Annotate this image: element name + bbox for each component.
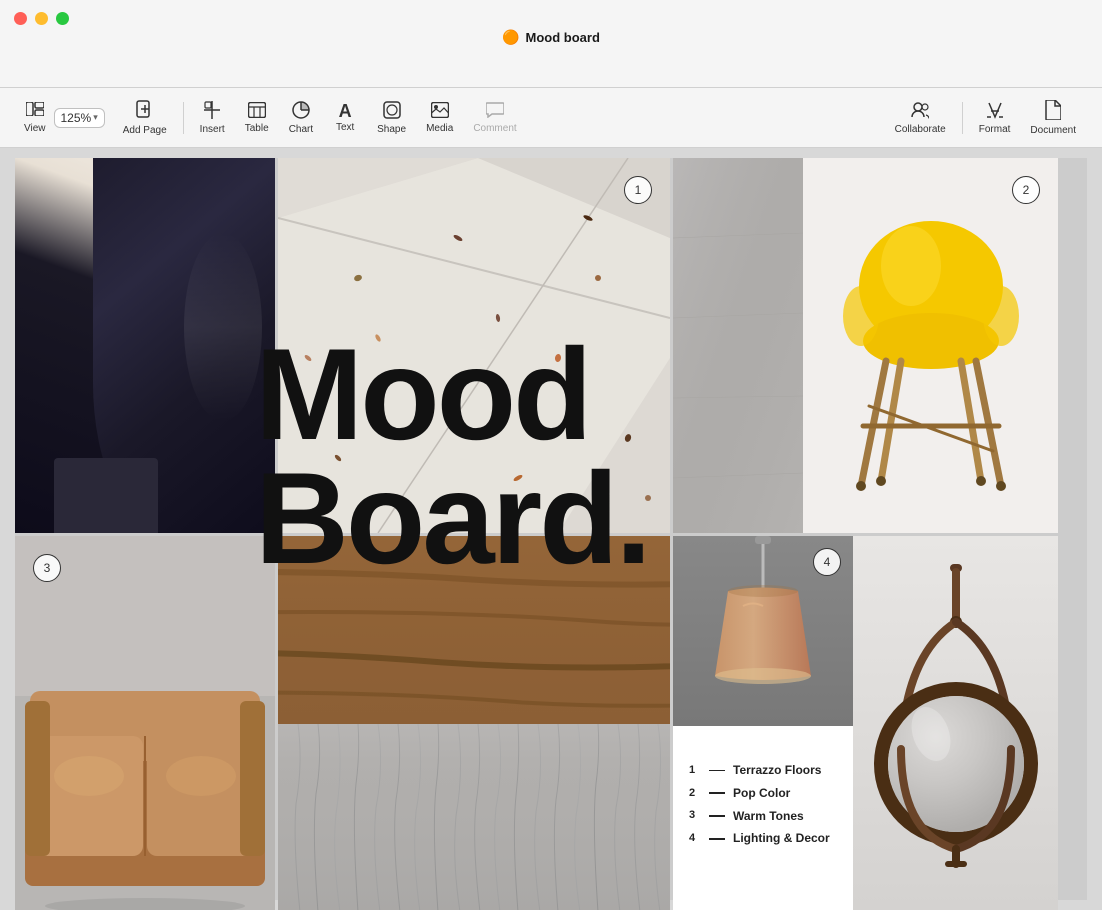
format-icon — [986, 101, 1004, 122]
toolbar-collaborate[interactable]: Collaborate — [885, 97, 956, 139]
toolbar: View 125% ▾ Add Page Insert Table Chart — [0, 88, 1102, 148]
info-list: 1 Terrazzo Floors 2 Pop Color 3 W — [689, 762, 837, 847]
cell-wood[interactable] — [278, 536, 670, 724]
cell-fur[interactable] — [278, 724, 670, 910]
collaborate-icon — [911, 101, 929, 122]
cell-mirror[interactable] — [853, 536, 1058, 910]
cell-yellow-chair[interactable]: 2 — [803, 158, 1058, 533]
page-badge-2: 2 — [1012, 176, 1040, 204]
table-label: Table — [245, 123, 269, 134]
info-dash-4 — [709, 838, 725, 840]
toolbar-separator-2 — [962, 102, 963, 134]
toolbar-add-page[interactable]: Add Page — [113, 96, 177, 140]
info-num-1: 1 — [689, 763, 701, 778]
toolbar-chart[interactable]: Chart — [279, 97, 323, 139]
toolbar-view[interactable]: View — [16, 98, 54, 138]
page-badge-4: 4 — [813, 548, 841, 576]
info-dash-3 — [709, 815, 725, 817]
info-text-3: Warm Tones — [733, 808, 804, 825]
moodboard: 1 — [15, 158, 1087, 900]
info-item-4: 4 Lighting & Decor — [689, 830, 837, 847]
zoom-value: 125% — [61, 111, 92, 125]
cell-leather-chair[interactable] — [15, 158, 275, 533]
info-num-2: 2 — [689, 786, 701, 801]
add-page-icon — [136, 100, 154, 123]
cell-info: 1 Terrazzo Floors 2 Pop Color 3 W — [673, 726, 853, 910]
window-title-row: 🟠 Mood board — [0, 25, 1102, 46]
toolbar-document[interactable]: Document — [1020, 96, 1086, 140]
toolbar-separator-1 — [183, 102, 184, 134]
text-icon: A — [339, 102, 352, 120]
cell-concrete-wall[interactable] — [673, 158, 803, 533]
toolbar-shape[interactable]: Shape — [367, 97, 416, 139]
view-label: View — [24, 123, 46, 134]
shape-label: Shape — [377, 124, 406, 135]
zoom-chevron: ▾ — [93, 112, 98, 123]
toolbar-comment[interactable]: Comment — [463, 98, 526, 138]
chart-label: Chart — [289, 124, 313, 135]
window-title: Mood board — [526, 30, 600, 45]
info-dash-2 — [709, 792, 725, 794]
shape-icon — [383, 101, 401, 122]
cell-bot-mid — [278, 536, 670, 910]
minimize-button[interactable] — [35, 12, 48, 25]
info-item-2: 2 Pop Color — [689, 785, 837, 802]
cell-bot-right-left: 4 — [673, 536, 853, 910]
page-badge-3: 3 — [33, 554, 61, 582]
info-text-1: Terrazzo Floors — [733, 762, 821, 779]
title-bar: 🟠 Mood board — [0, 0, 1102, 88]
insert-label: Insert — [200, 124, 225, 135]
document-label: Document — [1030, 125, 1076, 136]
info-dash-1 — [709, 770, 725, 772]
comment-label: Comment — [473, 123, 516, 134]
insert-icon — [204, 101, 220, 122]
maximize-button[interactable] — [56, 12, 69, 25]
info-item-3: 3 Warm Tones — [689, 808, 837, 825]
info-num-4: 4 — [689, 831, 701, 846]
collaborate-label: Collaborate — [895, 124, 946, 135]
table-icon — [248, 102, 266, 121]
media-label: Media — [426, 123, 453, 134]
canvas-area: 1 — [0, 148, 1102, 910]
chart-icon — [292, 101, 310, 122]
media-icon — [431, 102, 449, 121]
cell-top-right: 2 — [673, 158, 1058, 533]
toolbar-text[interactable]: A Text — [323, 98, 367, 137]
cell-pendant[interactable]: 4 — [673, 536, 853, 726]
toolbar-table[interactable]: Table — [235, 98, 279, 138]
toolbar-media[interactable]: Media — [416, 98, 463, 138]
view-icon — [26, 102, 44, 121]
text-label: Text — [336, 122, 354, 133]
document-icon — [1045, 100, 1061, 123]
app-icon: 🟠 — [502, 29, 519, 46]
info-text-4: Lighting & Decor — [733, 830, 830, 847]
cell-terrazzo[interactable]: 1 — [278, 158, 670, 533]
info-num-3: 3 — [689, 808, 701, 823]
add-page-label: Add Page — [123, 125, 167, 136]
format-label: Format — [979, 124, 1011, 135]
page-badge-1: 1 — [624, 176, 652, 204]
close-button[interactable] — [14, 12, 27, 25]
info-item-1: 1 Terrazzo Floors — [689, 762, 837, 779]
toolbar-insert[interactable]: Insert — [190, 97, 235, 139]
cell-sofa[interactable]: 3 — [15, 536, 275, 910]
comment-icon — [486, 102, 504, 121]
toolbar-format[interactable]: Format — [969, 97, 1021, 139]
zoom-control[interactable]: 125% ▾ — [54, 108, 105, 128]
info-text-2: Pop Color — [733, 785, 790, 802]
cell-bot-right: 4 — [673, 536, 1058, 910]
window-controls — [0, 0, 1102, 25]
